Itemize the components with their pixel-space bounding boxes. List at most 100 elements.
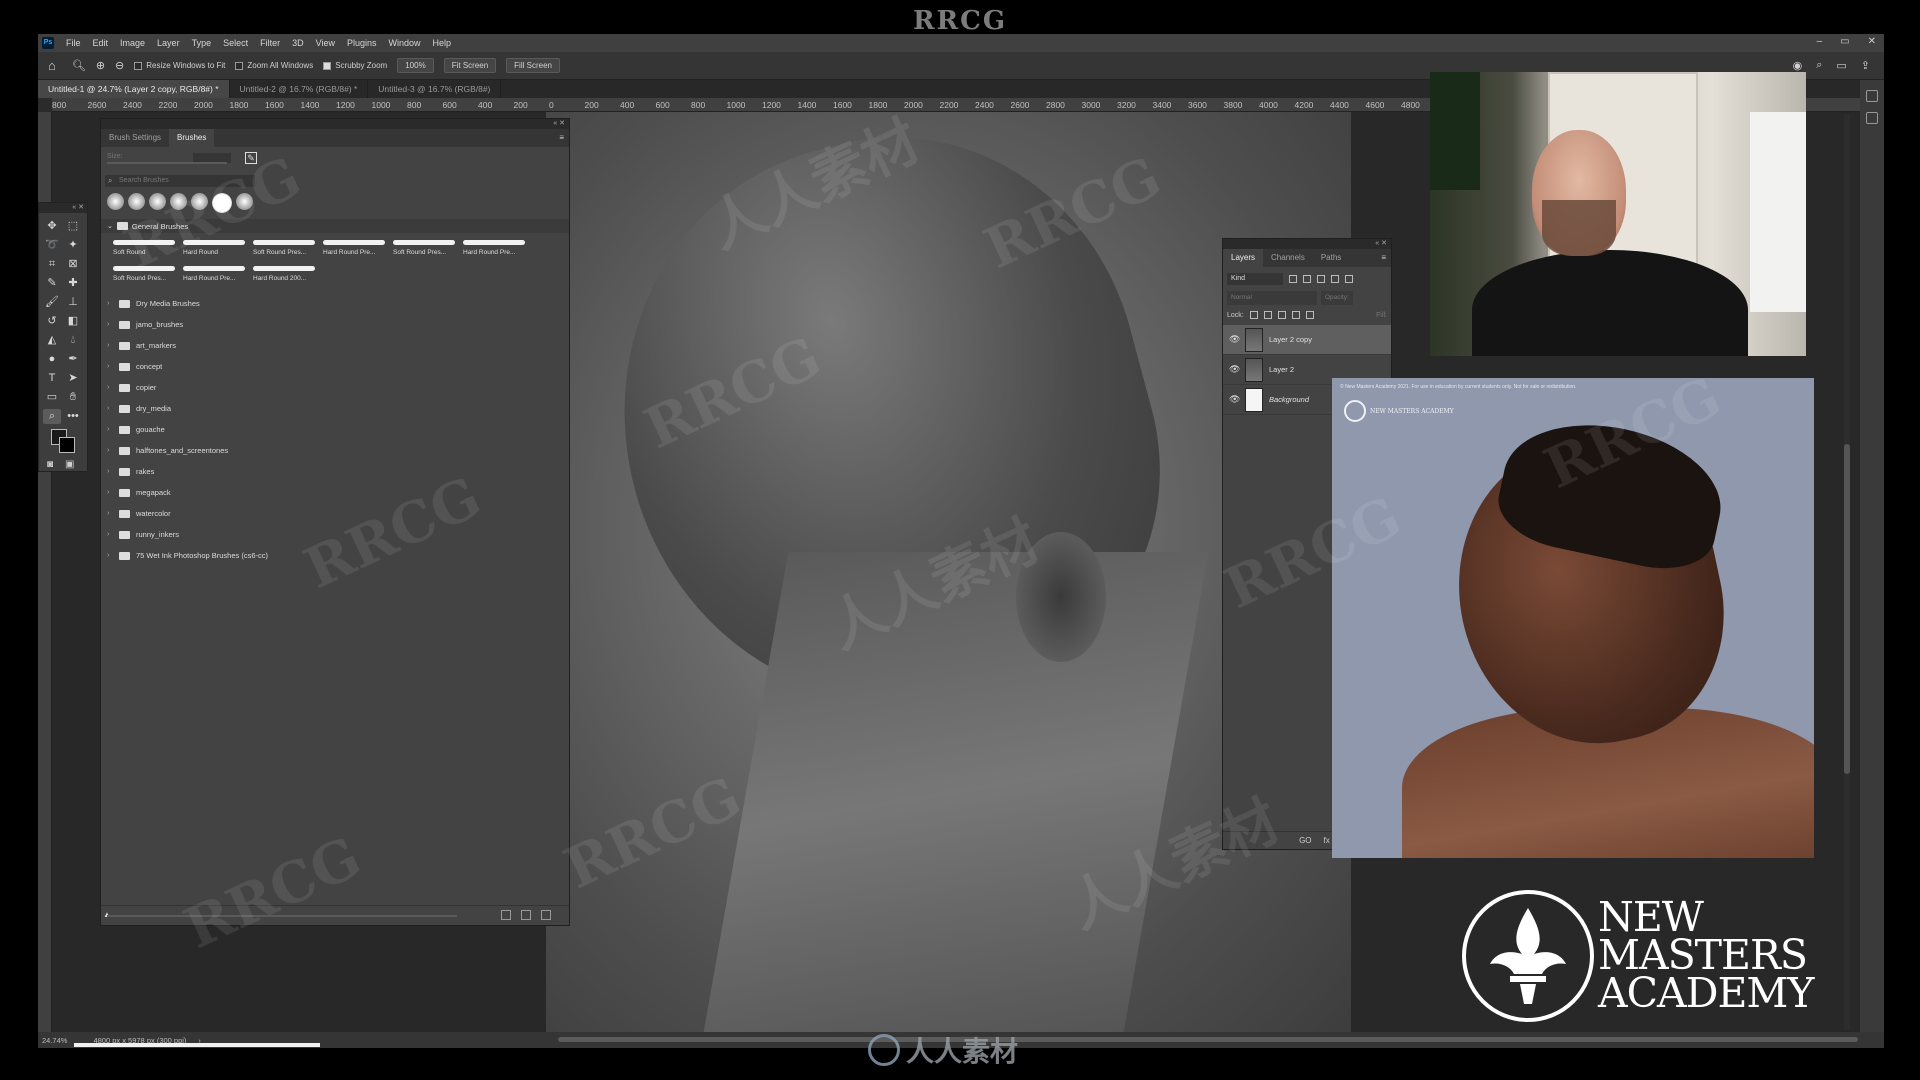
visibility-eye-icon[interactable]: 👁︎ bbox=[1229, 364, 1240, 375]
lock-artboard-icon[interactable] bbox=[1291, 311, 1300, 319]
path-select-icon[interactable]: ➤ bbox=[64, 371, 82, 386]
brush-preset[interactable]: Hard Round Pre... bbox=[461, 237, 529, 261]
filter-shape-icon[interactable] bbox=[1331, 275, 1339, 283]
rectangle-tool-icon[interactable]: ▭ bbox=[43, 390, 61, 405]
filter-smart-icon[interactable] bbox=[1345, 275, 1353, 283]
blend-mode-select[interactable]: Normal bbox=[1227, 291, 1317, 305]
move-tool-icon[interactable]: ✥ bbox=[43, 219, 61, 234]
share-icon[interactable]: ⇪ bbox=[1861, 59, 1870, 72]
brush-preset[interactable]: Soft Round Pres... bbox=[391, 237, 459, 261]
brush-folder[interactable]: › Dry Media Brushes bbox=[101, 293, 569, 314]
brush-preset[interactable]: Soft Round Pres... bbox=[111, 263, 179, 287]
menu-filter[interactable]: Filter bbox=[254, 38, 286, 48]
clone-stamp-icon[interactable]: ⊥ bbox=[64, 295, 82, 310]
recent-brush[interactable] bbox=[170, 193, 187, 210]
delete-icon[interactable] bbox=[541, 910, 551, 920]
fx-icon[interactable]: fx bbox=[1324, 836, 1330, 845]
layer-row[interactable]: 👁︎ Layer 2 copy bbox=[1223, 325, 1391, 355]
scrubby-zoom-checkbox[interactable]: Scrubby Zoom bbox=[323, 61, 387, 70]
maximize-button[interactable]: ▭ bbox=[1840, 36, 1849, 47]
menu-help[interactable]: Help bbox=[427, 38, 458, 48]
libraries-icon[interactable] bbox=[1866, 112, 1878, 124]
brush-folder[interactable]: › jamo_brushes bbox=[101, 314, 569, 335]
preview-size-slider[interactable] bbox=[107, 915, 457, 917]
zoom-level[interactable]: 24.74% bbox=[42, 1036, 67, 1045]
brush-preset[interactable]: Soft Round Pres... bbox=[251, 237, 319, 261]
tab-layers[interactable]: Layers bbox=[1223, 249, 1264, 267]
close-button[interactable]: ✕ bbox=[1868, 36, 1876, 47]
brush-folder[interactable]: › copier bbox=[101, 377, 569, 398]
recent-brush[interactable] bbox=[191, 193, 208, 210]
brush-preset[interactable]: Hard Round 200... bbox=[251, 263, 319, 287]
filter-kind-select[interactable]: Kind bbox=[1227, 273, 1283, 285]
brush-preset[interactable]: Hard Round Pre... bbox=[321, 237, 389, 261]
opacity-label[interactable]: Opacity: bbox=[1321, 291, 1353, 305]
brush-group-general[interactable]: ⌄ General Brushes bbox=[101, 219, 569, 233]
panel-collapse-icon[interactable]: « ✕ bbox=[101, 119, 569, 129]
brush-folder[interactable]: › megapack bbox=[101, 482, 569, 503]
pen-tool-icon[interactable]: ✒ bbox=[64, 352, 82, 367]
lock-transparent-icon[interactable] bbox=[1249, 311, 1258, 319]
screen-mode-icon[interactable]: ▣ bbox=[65, 459, 74, 470]
zoom-tool-icon[interactable]: ⌕ bbox=[43, 409, 61, 424]
zoom-tool-icon[interactable]: 🔍︎ bbox=[72, 59, 86, 72]
paint-bucket-icon[interactable]: ◭ bbox=[43, 333, 61, 348]
home-icon[interactable]: ⌂ bbox=[48, 58, 56, 73]
tab-brush-settings[interactable]: Brush Settings bbox=[101, 129, 169, 147]
new-group-icon[interactable] bbox=[501, 910, 511, 920]
search-icon[interactable]: ⌕ bbox=[1816, 59, 1822, 72]
vertical-scrollbar[interactable] bbox=[1844, 114, 1850, 1030]
lock-image-icon[interactable] bbox=[1263, 311, 1272, 319]
brush-search-input[interactable]: ⌕ Search Brushes bbox=[105, 175, 255, 187]
toolbar-collapse-icon[interactable]: « ✕ bbox=[39, 203, 87, 213]
menu-view[interactable]: View bbox=[310, 38, 341, 48]
new-brush-icon[interactable] bbox=[521, 910, 531, 920]
learn-icon[interactable]: ◉ bbox=[1793, 59, 1803, 72]
brush-folder[interactable]: › gouache bbox=[101, 419, 569, 440]
properties-icon[interactable] bbox=[1866, 90, 1878, 102]
fill-screen-button[interactable]: Fill Screen bbox=[506, 58, 560, 73]
tab-paths[interactable]: Paths bbox=[1313, 249, 1349, 267]
brush-folder[interactable]: › concept bbox=[101, 356, 569, 377]
zoom-100-button[interactable]: 100% bbox=[397, 58, 434, 73]
menu-layer[interactable]: Layer bbox=[151, 38, 186, 48]
fill-label[interactable]: Fill: bbox=[1376, 312, 1387, 319]
brush-folder[interactable]: › rakes bbox=[101, 461, 569, 482]
panel-menu-icon[interactable]: ≡ bbox=[559, 129, 569, 147]
link-layers-icon[interactable]: GO bbox=[1299, 836, 1311, 845]
crop-tool-icon[interactable]: ⌗ bbox=[43, 257, 61, 272]
brush-folder[interactable]: › watercolor bbox=[101, 503, 569, 524]
zoom-out-icon[interactable]: ⊖ bbox=[115, 59, 124, 72]
visibility-eye-icon[interactable]: 👁︎ bbox=[1229, 394, 1240, 405]
brush-preset[interactable]: Soft Round bbox=[111, 237, 179, 261]
brush-folder[interactable]: › runny_inkers bbox=[101, 524, 569, 545]
brush-preset[interactable]: Hard Round bbox=[181, 237, 249, 261]
magic-wand-icon[interactable]: ✦ bbox=[64, 238, 82, 253]
quick-mask-icon[interactable]: ◙ bbox=[47, 459, 53, 470]
horizontal-scrollbar[interactable] bbox=[558, 1037, 1858, 1042]
fit-screen-button[interactable]: Fit Screen bbox=[443, 58, 497, 73]
panel-menu-icon[interactable]: ≡ bbox=[1381, 249, 1391, 267]
filter-pixel-icon[interactable] bbox=[1289, 275, 1297, 283]
marquee-tool-icon[interactable]: ⬚ bbox=[64, 219, 82, 234]
scroll-thumb[interactable] bbox=[1844, 444, 1850, 774]
brush-preset[interactable]: Hard Round Pre... bbox=[181, 263, 249, 287]
menu-3d[interactable]: 3D bbox=[286, 38, 310, 48]
panel-collapse-icon[interactable]: « ✕ bbox=[1223, 239, 1391, 249]
history-brush-icon[interactable]: ↺ bbox=[43, 314, 61, 329]
menu-file[interactable]: File bbox=[60, 38, 87, 48]
resize-windows-checkbox[interactable]: Resize Windows to Fit bbox=[134, 61, 225, 70]
doc-tab-2[interactable]: Untitled-2 @ 16.7% (RGB/8#) * bbox=[230, 80, 369, 98]
menu-plugins[interactable]: Plugins bbox=[341, 38, 383, 48]
menu-edit[interactable]: Edit bbox=[87, 38, 115, 48]
workspace-icon[interactable]: ▭ bbox=[1836, 59, 1846, 72]
menu-image[interactable]: Image bbox=[114, 38, 151, 48]
type-tool-icon[interactable]: T bbox=[43, 371, 61, 386]
tab-brushes[interactable]: Brushes bbox=[169, 129, 215, 147]
brush-folder[interactable]: › 75 Wet Ink Photoshop Brushes (cs6-cc) bbox=[101, 545, 569, 566]
eraser-tool-icon[interactable]: ◧ bbox=[64, 314, 82, 329]
lasso-tool-icon[interactable]: ➰ bbox=[43, 238, 61, 253]
doc-tab-1[interactable]: Untitled-1 @ 24.7% (Layer 2 copy, RGB/8#… bbox=[38, 80, 230, 98]
doc-tab-3[interactable]: Untitled-3 @ 16.7% (RGB/8#) bbox=[368, 80, 502, 98]
visibility-eye-icon[interactable]: 👁︎ bbox=[1229, 334, 1240, 345]
